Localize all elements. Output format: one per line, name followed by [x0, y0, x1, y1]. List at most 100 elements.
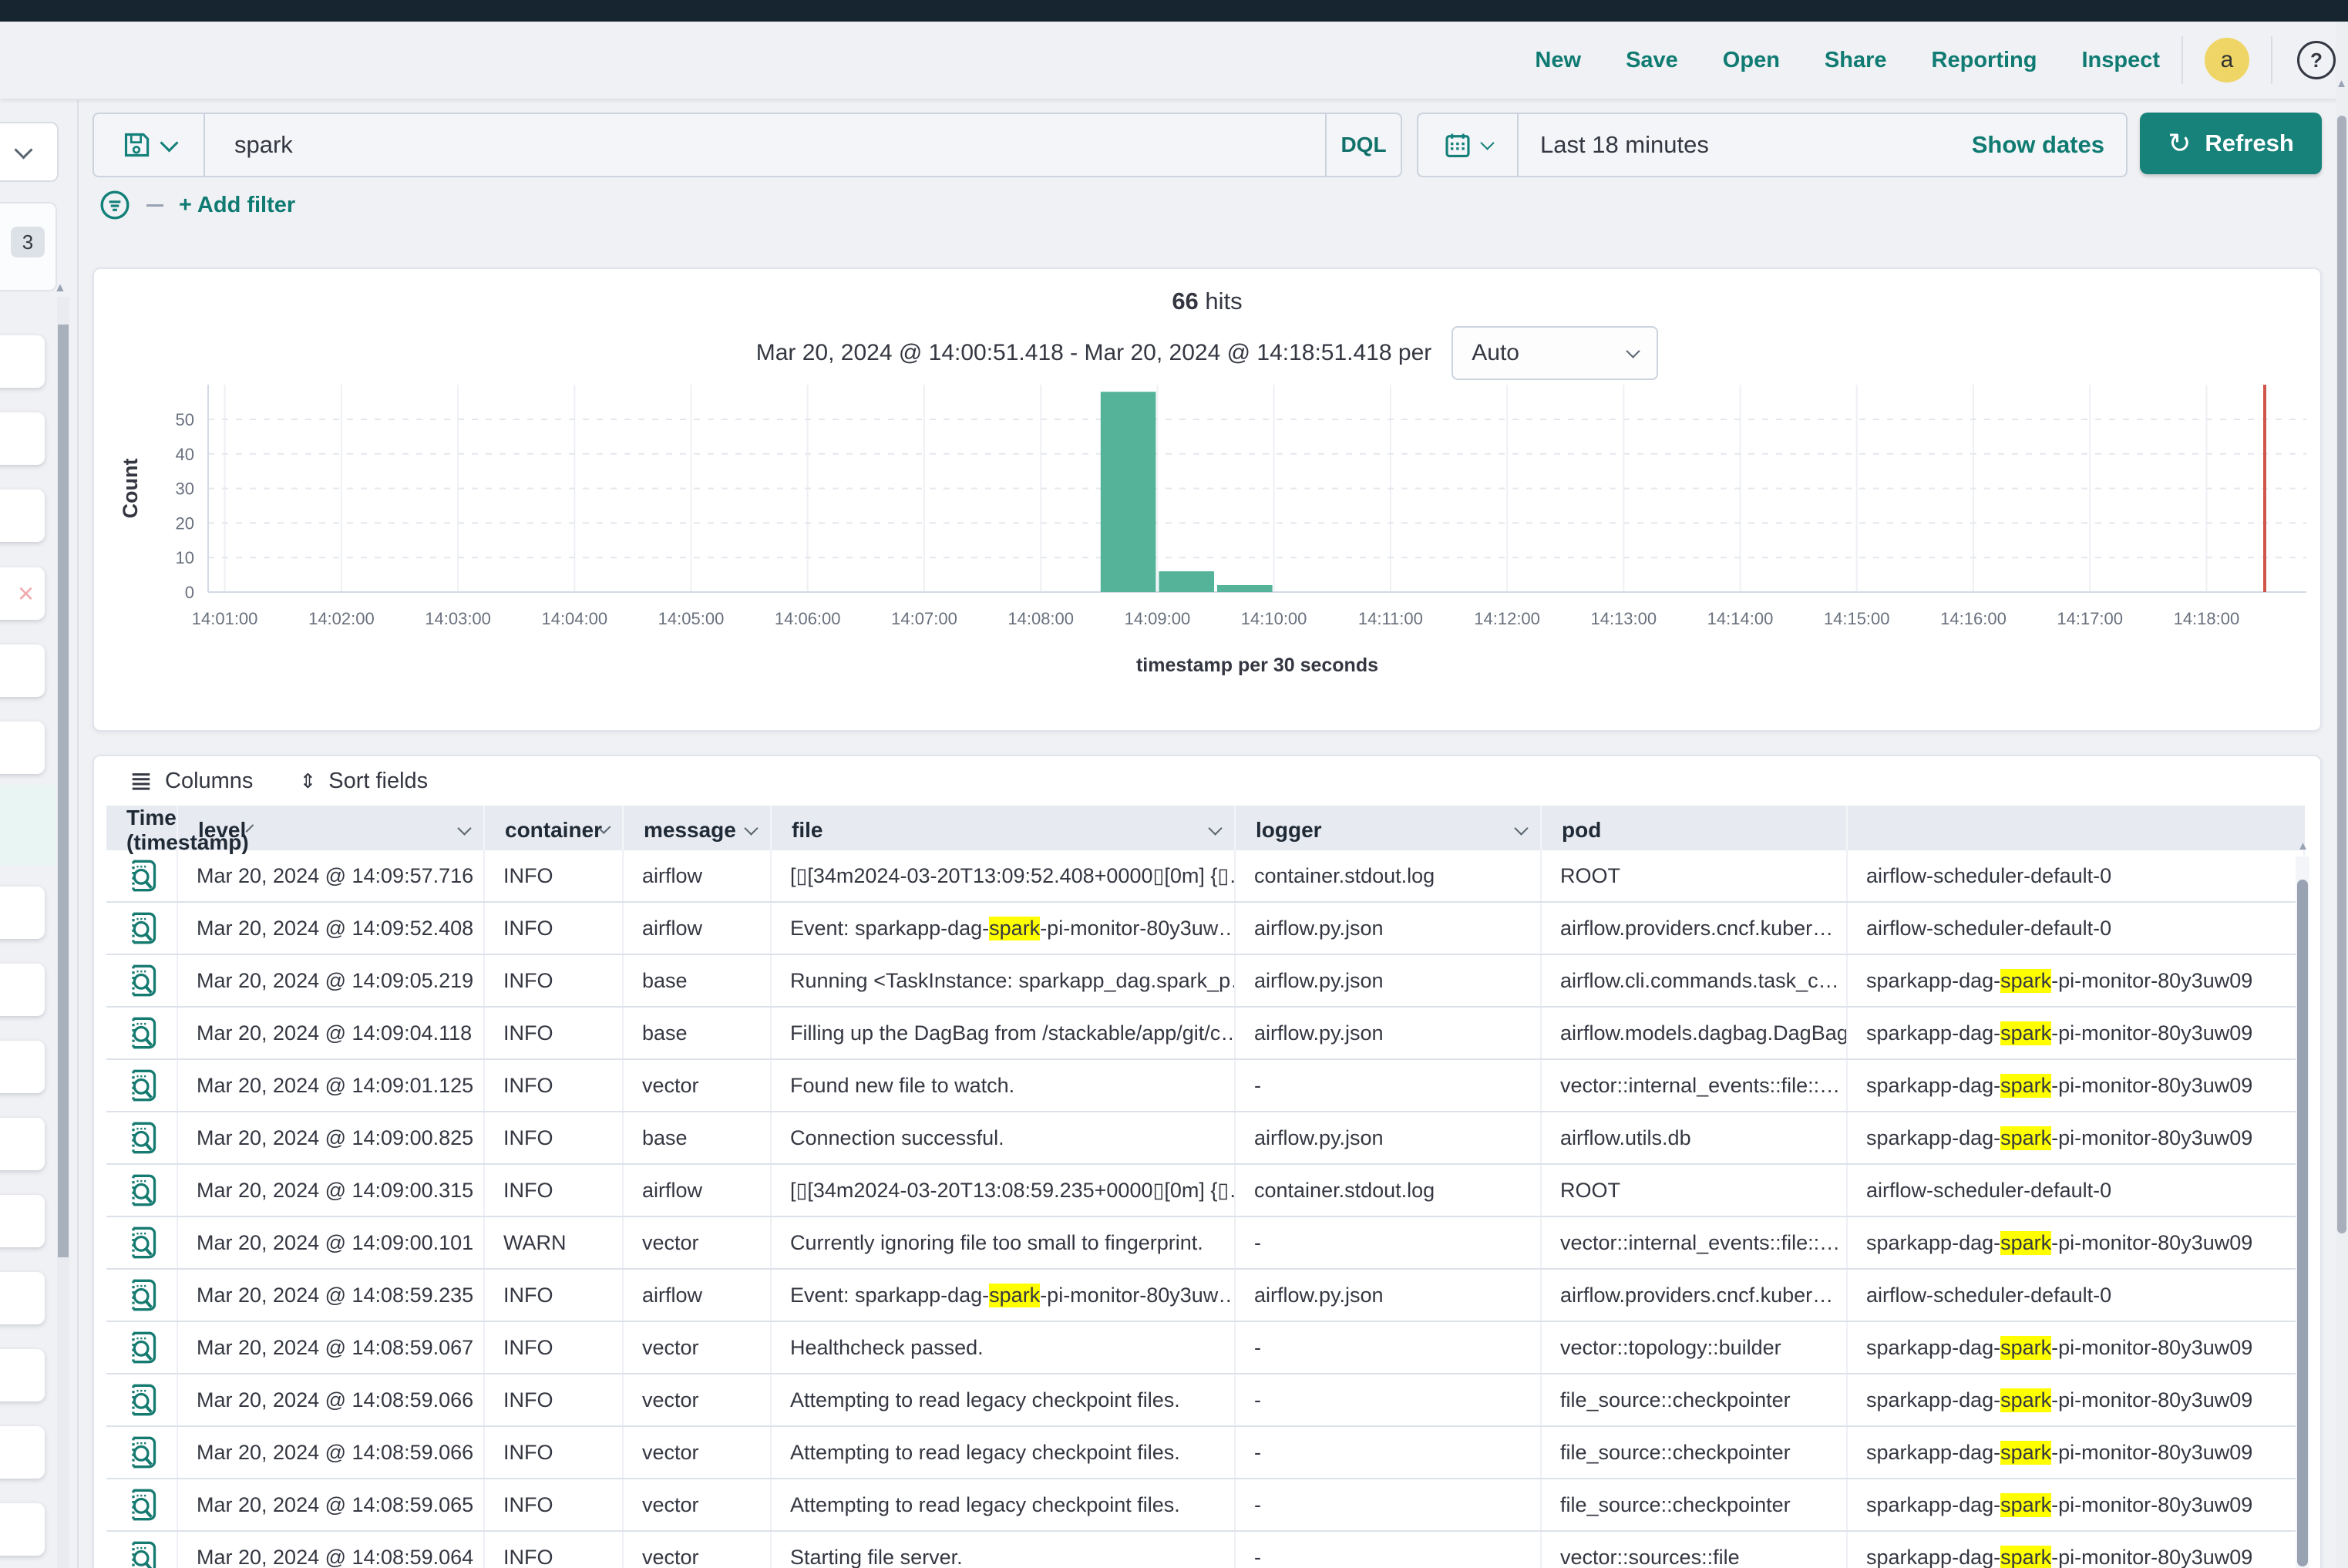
cell-pod: sparkapp-dag-spark-pi-monitor-80y3uw09 [1848, 1008, 2305, 1058]
refresh-button[interactable]: ↻ Refresh [2140, 113, 2322, 174]
filter-settings-icon[interactable] [99, 189, 131, 221]
table-scrollbar[interactable] [2296, 856, 2309, 1568]
expand-row-button[interactable] [106, 1479, 178, 1530]
sidebar-scrollbar[interactable] [57, 297, 69, 1568]
cell-time: Mar 20, 2024 @ 14:09:00.101 [178, 1217, 485, 1268]
search-term-highlight: spark [989, 917, 1040, 940]
column-header-message[interactable]: message [624, 806, 772, 855]
expand-row-button[interactable] [106, 1217, 178, 1268]
expand-row-button[interactable] [106, 1008, 178, 1058]
cell-logger: vector::internal_events::file::… [1542, 1217, 1848, 1268]
search-input[interactable]: spark [205, 131, 1325, 159]
help-icon[interactable]: ? [2297, 41, 2336, 79]
column-header-time[interactable]: Time (timestamp) [106, 806, 178, 855]
cell-message: Filling up the DagBag from /stackable/ap… [772, 1008, 1236, 1058]
expand-row-button[interactable] [106, 1322, 178, 1373]
expand-row-button[interactable] [106, 1112, 178, 1163]
cell-message: [▯[34m2024-03-20T13:08:59.235+0000▯[0m] … [772, 1165, 1236, 1216]
cell-level: INFO [485, 1375, 624, 1425]
date-quick-select-button[interactable] [1418, 114, 1519, 176]
cell-message: Attempting to read legacy checkpoint fil… [772, 1375, 1236, 1425]
topnav-link-inspect[interactable]: Inspect [2081, 48, 2160, 73]
expand-row-button[interactable] [106, 1060, 178, 1111]
table-row: Mar 20, 2024 @ 14:08:59.065INFOvectorAtt… [106, 1479, 2305, 1532]
topnav-link-reporting[interactable]: Reporting [1932, 48, 2037, 73]
saved-query-button[interactable] [94, 114, 205, 176]
cell-time: Mar 20, 2024 @ 14:08:59.235 [178, 1270, 485, 1321]
page-scroll-up-icon[interactable]: ▲ [2336, 77, 2347, 90]
columns-label: Columns [165, 769, 253, 794]
expand-row-button[interactable] [106, 1532, 178, 1568]
add-filter-button[interactable]: + Add filter [179, 193, 295, 218]
field-card[interactable] [0, 1195, 45, 1247]
field-card[interactable] [0, 887, 45, 939]
field-card[interactable] [0, 412, 45, 465]
page-scrollbar[interactable] [2336, 22, 2348, 1568]
table-scroll-up-icon[interactable]: ▲ [2297, 840, 2309, 853]
table-row: Mar 20, 2024 @ 14:09:01.125INFOvectorFou… [106, 1060, 2305, 1112]
search-bar: spark DQL [93, 113, 1402, 177]
field-card[interactable] [0, 1041, 45, 1093]
interval-select[interactable]: Auto [1452, 326, 1658, 380]
avatar[interactable]: a [2205, 38, 2249, 82]
sidebar-collapse-button[interactable] [0, 122, 59, 182]
field-card[interactable] [0, 335, 45, 388]
cell-pod: sparkapp-dag-spark-pi-monitor-80y3uw09 [1848, 1322, 2305, 1373]
column-header-pod[interactable]: pod [1542, 806, 1848, 855]
cell-file: airflow.py.json [1236, 955, 1542, 1006]
expand-row-button[interactable] [106, 850, 178, 901]
field-card[interactable] [0, 1503, 45, 1556]
field-card[interactable] [0, 964, 45, 1016]
svg-text:14:01:00: 14:01:00 [192, 609, 258, 628]
field-card[interactable] [0, 1349, 45, 1401]
field-card[interactable] [0, 490, 45, 542]
table-scrollbar-thumb[interactable] [2297, 880, 2308, 1566]
field-card[interactable] [0, 1118, 45, 1170]
expand-row-button[interactable] [106, 1270, 178, 1321]
dql-button[interactable]: DQL [1325, 114, 1401, 176]
column-header-container[interactable]: container [485, 806, 624, 855]
topnav-link-open[interactable]: Open [1723, 48, 1780, 73]
cell-time: Mar 20, 2024 @ 14:08:59.064 [178, 1532, 485, 1568]
expand-row-button[interactable] [106, 1375, 178, 1425]
table-row: Mar 20, 2024 @ 14:09:00.825INFObaseConne… [106, 1112, 2305, 1165]
field-card[interactable] [0, 1272, 45, 1324]
chevron-down-icon [1208, 821, 1222, 835]
documents-table-panel: Columns ⇕ Sort fields Time (timestamp)le… [93, 755, 2322, 1568]
field-card[interactable] [0, 644, 45, 697]
expand-row-button[interactable] [106, 903, 178, 954]
table-row: Mar 20, 2024 @ 14:09:00.101WARNvectorCur… [106, 1217, 2305, 1270]
cell-message: Connection successful. [772, 1112, 1236, 1163]
cell-level: INFO [485, 1165, 624, 1216]
columns-button[interactable]: Columns [130, 769, 253, 794]
column-header-level[interactable]: level [178, 806, 485, 855]
sort-fields-button[interactable]: ⇕ Sort fields [299, 769, 428, 794]
sidebar-scrollbar-thumb[interactable] [58, 325, 69, 1257]
cell-time: Mar 20, 2024 @ 14:09:05.219 [178, 955, 485, 1006]
show-dates-link[interactable]: Show dates [1972, 131, 2126, 159]
field-card[interactable]: × [0, 567, 45, 620]
topnav-link-new[interactable]: New [1535, 48, 1581, 73]
expand-document-icon [126, 1331, 157, 1364]
list-icon [130, 769, 153, 792]
field-card[interactable] [0, 722, 45, 774]
time-range-value[interactable]: Last 18 minutes [1519, 131, 1972, 159]
cell-message: Healthcheck passed. [772, 1322, 1236, 1373]
expand-row-button[interactable] [106, 1427, 178, 1478]
topnav-link-share[interactable]: Share [1825, 48, 1887, 73]
chevron-down-icon [1514, 821, 1528, 835]
cell-file: - [1236, 1375, 1542, 1425]
column-header-logger[interactable]: logger [1236, 806, 1542, 855]
table-row: Mar 20, 2024 @ 14:09:52.408INFOairflowEv… [106, 903, 2305, 955]
expand-row-button[interactable] [106, 955, 178, 1006]
topnav-link-save[interactable]: Save [1626, 48, 1678, 73]
sidebar-scroll-up-icon[interactable]: ▲ [54, 281, 66, 295]
sort-fields-label: Sort fields [328, 769, 428, 794]
page-scrollbar-thumb[interactable] [2337, 116, 2346, 1233]
svg-text:14:07:00: 14:07:00 [891, 609, 957, 628]
search-term-highlight: spark [2000, 1493, 2051, 1517]
expand-row-button[interactable] [106, 1165, 178, 1216]
remove-field-icon[interactable]: × [18, 577, 34, 610]
column-header-file[interactable]: file [772, 806, 1236, 855]
field-card[interactable] [0, 1426, 45, 1479]
